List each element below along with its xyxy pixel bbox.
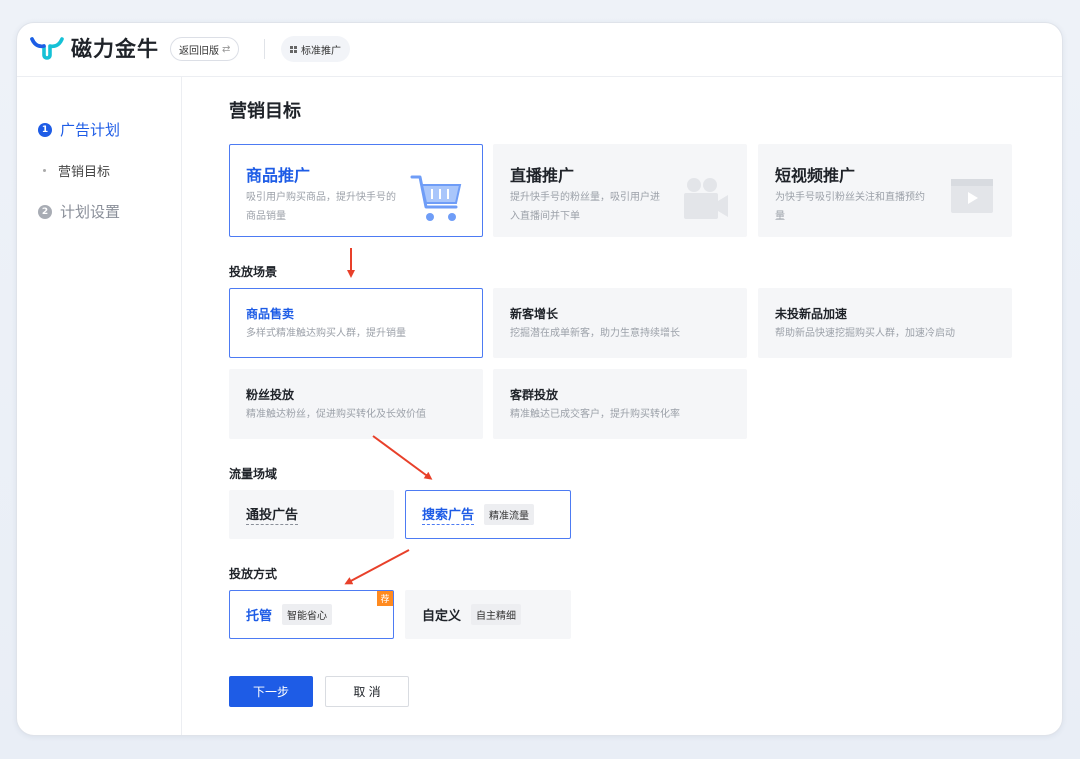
standard-promotion-label: 标准推广	[301, 45, 341, 57]
standard-promotion-tab[interactable]: 标准推广	[281, 36, 350, 62]
method-section-label: 投放方式	[229, 567, 278, 581]
scene-description: 多样式精准触达购买人群，提升销量	[246, 328, 406, 339]
sidebar-step-plan-settings[interactable]: 2 计划设置	[38, 201, 120, 222]
option-title: 托管	[246, 609, 273, 624]
step-label: 计划设置	[60, 203, 121, 221]
sidebar-step-ad-plan[interactable]: 1 广告计划	[38, 119, 120, 140]
scene-card-new-customer-growth[interactable]: 新客增长 挖掘潜在成单新客，助力生意持续增长	[493, 288, 747, 358]
goal-description: 为快手号吸引粉丝关注和直播预约量	[775, 192, 925, 222]
scene-description: 精准触达粉丝，促进购买转化及长效价值	[246, 409, 426, 420]
step-label: 广告计划	[60, 121, 121, 139]
sidebar-substep-marketing-goal[interactable]: 营销目标	[43, 161, 110, 180]
bullet-dot	[43, 169, 46, 172]
return-old-version-label: 返回旧版	[179, 45, 219, 57]
logo-text: 磁力金牛	[71, 37, 159, 61]
goal-card-live-promotion[interactable]: 直播推广 提升快手号的粉丝量，吸引用户进入直播间并下单	[493, 144, 747, 237]
goal-title: 短视频推广	[775, 166, 856, 185]
bull-logo-icon	[30, 37, 64, 60]
scene-card-customer-group-targeting[interactable]: 客群投放 精准触达已成交客户，提升购买转化率	[493, 369, 747, 439]
goal-title: 直播推广	[510, 166, 575, 185]
arrow-to-managed-method	[344, 549, 410, 585]
scene-title: 商品售卖	[246, 307, 295, 321]
goal-title: 商品推广	[246, 166, 311, 185]
goal-description: 提升快手号的粉丝量，吸引用户进入直播间并下单	[510, 192, 660, 222]
next-step-button[interactable]: 下一步	[229, 676, 313, 707]
scene-section-label: 投放场景	[229, 265, 278, 279]
option-tag: 智能省心	[282, 604, 333, 625]
scene-title: 客群投放	[510, 388, 559, 402]
app-window: 磁力金牛 返回旧版 ⇄ 标准推广 1 广告计划 营销目标 2 计划设置 营销目标…	[16, 22, 1063, 736]
grid-icon	[290, 45, 297, 53]
scene-title: 未投新品加速	[775, 307, 848, 321]
step-number-badge: 2	[38, 204, 52, 219]
video-camera-icon	[680, 173, 730, 227]
traffic-section-label: 流量场域	[229, 467, 278, 481]
substep-label: 营销目标	[58, 165, 111, 180]
option-tag: 自主精细	[471, 604, 522, 625]
step-number-badge: 1	[38, 122, 52, 137]
video-play-icon	[949, 173, 995, 221]
page-title: 营销目标	[229, 101, 301, 122]
arrow-to-search-traffic	[372, 435, 433, 480]
goal-card-short-video-promotion[interactable]: 短视频推广 为快手号吸引粉丝关注和直播预约量	[758, 144, 1012, 237]
goal-card-product-promotion[interactable]: 商品推广 吸引用户购买商品，提升快手号的商品销量	[229, 144, 483, 237]
logo[interactable]: 磁力金牛	[29, 33, 159, 63]
cancel-button[interactable]: 取 消	[325, 676, 409, 707]
option-title: 通投广告	[246, 504, 299, 525]
option-title: 搜索广告	[422, 504, 475, 525]
traffic-option-search[interactable]: 搜索广告 精准流量	[405, 490, 571, 539]
return-old-version-button[interactable]: 返回旧版 ⇄	[170, 37, 240, 61]
traffic-option-general[interactable]: 通投广告	[229, 490, 394, 539]
scene-title: 粉丝投放	[246, 388, 295, 402]
method-option-managed[interactable]: 托管 智能省心 荐	[229, 590, 394, 639]
scene-description: 挖掘潜在成单新客，助力生意持续增长	[510, 328, 680, 339]
sidebar: 1 广告计划 营销目标 2 计划设置	[17, 77, 182, 735]
scene-card-new-product-acceleration[interactable]: 未投新品加速 帮助新品快速挖掘购买人群，加速冷启动	[758, 288, 1012, 358]
switch-icon: ⇄	[222, 43, 231, 55]
option-title: 自定义	[422, 609, 462, 624]
scene-title: 新客增长	[510, 307, 559, 321]
scene-card-fans-targeting[interactable]: 粉丝投放 精准触达粉丝，促进购买转化及长效价值	[229, 369, 483, 439]
scene-description: 帮助新品快速挖掘购买人群，加速冷启动	[775, 328, 955, 339]
method-option-custom[interactable]: 自定义 自主精细	[405, 590, 571, 639]
top-header: 磁力金牛 返回旧版 ⇄ 标准推广	[17, 23, 1062, 77]
option-tag: 精准流量	[484, 504, 535, 525]
header-divider	[264, 39, 265, 59]
recommended-badge: 荐	[377, 591, 393, 606]
scene-description: 精准触达已成交客户，提升购买转化率	[510, 409, 680, 420]
scene-card-product-sales[interactable]: 商品售卖 多样式精准触达购买人群，提升销量	[229, 288, 483, 358]
shopping-cart-icon	[410, 173, 466, 231]
goal-description: 吸引用户购买商品，提升快手号的商品销量	[246, 192, 396, 222]
